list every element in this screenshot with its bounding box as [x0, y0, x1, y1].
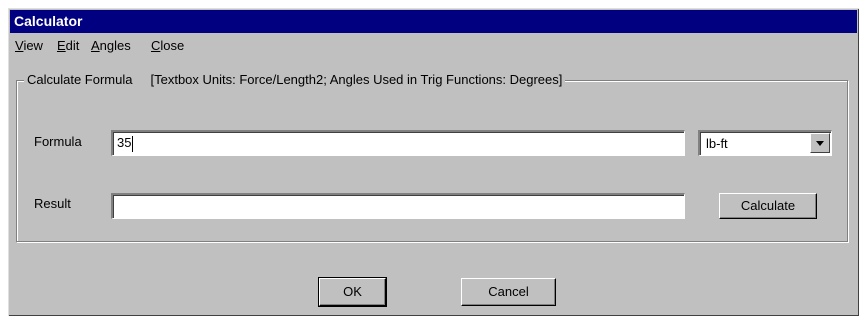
- menu-view-label: iew: [23, 38, 43, 53]
- menu-angles[interactable]: Angles: [88, 35, 134, 57]
- menu-bar: View Edit Angles Close: [10, 35, 857, 57]
- calculate-button[interactable]: Calculate: [719, 193, 817, 219]
- chevron-down-icon[interactable]: [810, 133, 830, 153]
- group-label-main: Calculate Formula: [27, 72, 133, 87]
- formula-label: Formula: [34, 134, 82, 149]
- ok-button[interactable]: OK: [318, 277, 387, 307]
- menu-view[interactable]: View: [12, 35, 46, 57]
- window-title: Calculator: [14, 13, 83, 29]
- group-label-units: [Textbox Units: Force/Length2; Angles Us…: [150, 72, 563, 87]
- menu-angles-accelerator: A: [91, 38, 100, 53]
- result-label: Result: [34, 196, 71, 211]
- menu-edit-label: dit: [65, 38, 80, 53]
- cancel-button[interactable]: Cancel: [461, 278, 556, 306]
- menu-edit-accelerator: E: [57, 38, 66, 53]
- menu-edit[interactable]: Edit: [54, 35, 82, 57]
- formula-value: 35: [117, 135, 132, 150]
- group-label: Calculate Formula [Textbox Units: Force/L…: [24, 72, 566, 88]
- menu-close-label: lose: [160, 38, 185, 53]
- units-select[interactable]: lb-ft: [698, 130, 832, 156]
- units-select-value: lb-ft: [706, 136, 728, 151]
- menu-angles-label: ngles: [99, 38, 131, 53]
- text-caret: [132, 135, 134, 152]
- menu-close[interactable]: Close: [148, 35, 187, 57]
- title-bar: Calculator: [10, 10, 857, 33]
- formula-input[interactable]: 35: [111, 130, 685, 156]
- result-field[interactable]: [111, 193, 685, 219]
- menu-close-accelerator: C: [151, 38, 161, 53]
